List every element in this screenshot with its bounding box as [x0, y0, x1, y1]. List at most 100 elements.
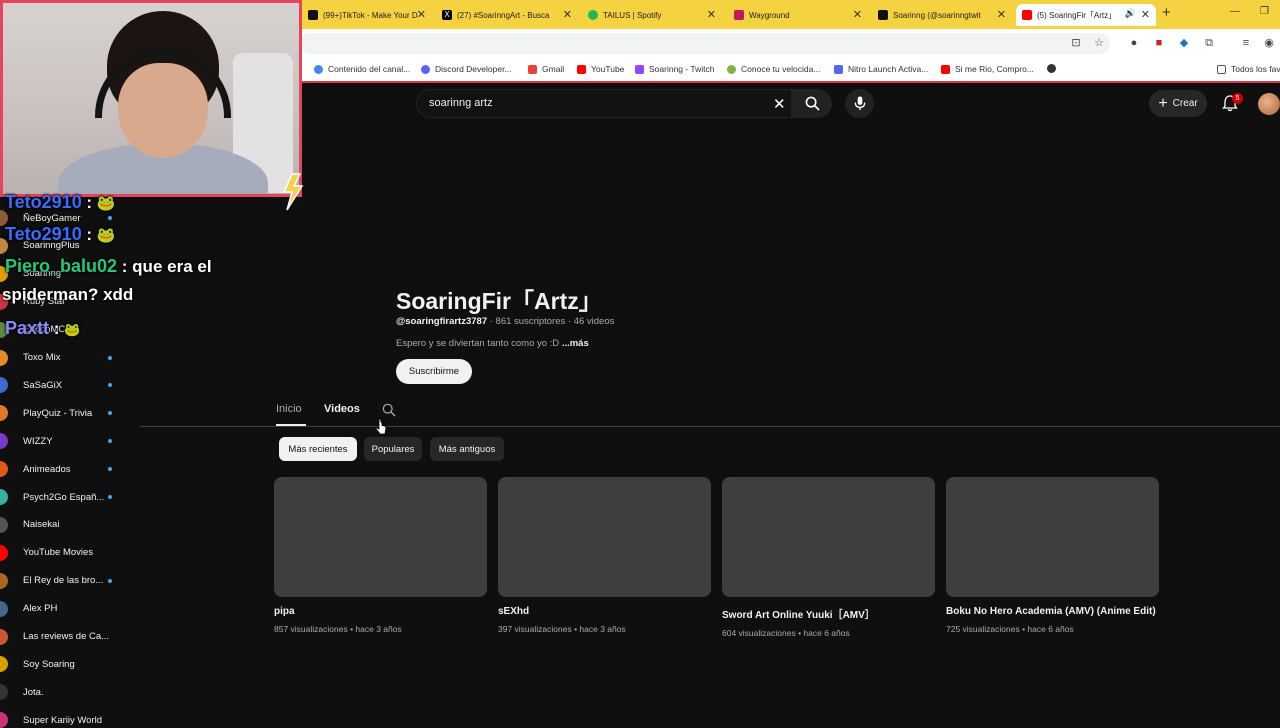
omnibox[interactable] [300, 33, 1110, 54]
search-button[interactable] [792, 89, 832, 118]
browser-tab-title: Wayground [749, 10, 790, 20]
bookmark-item[interactable]: Contenido del canal... [314, 64, 410, 74]
install-app-icon[interactable]: ⊡ [1070, 37, 1082, 49]
new-content-dot [108, 578, 112, 583]
wayground-favicon-icon [734, 10, 744, 20]
create-button[interactable]: + Crear [1149, 90, 1207, 117]
browser-tab-title: Soarinng (@soarinngtwit [893, 10, 981, 20]
close-tab-icon[interactable]: ✕ [417, 8, 426, 21]
sidebar-subscription-item[interactable]: Las reviews de Ca... [0, 628, 109, 645]
all-bookmarks-folder[interactable]: Todos los fav [1217, 64, 1280, 74]
chip-oldest[interactable]: Más antiguos [430, 437, 504, 461]
video-title[interactable]: Sword Art Online Yuuki［AMV］ [722, 606, 936, 621]
tab-videos[interactable]: Videos [324, 403, 360, 415]
sidebar-subscription-item[interactable]: Toxo Mix [0, 349, 112, 366]
bookmark-item[interactable]: Discord Developer... [421, 64, 512, 74]
sidebar-subscription-item[interactable]: El Rey de las bro... [0, 572, 112, 589]
video-title[interactable]: Boku No Hero Academia (AMV) (Anime Edit) [946, 606, 1160, 617]
bookmark-item[interactable]: Si me Rio, Compro... [941, 64, 1034, 74]
channel-avatar [0, 377, 8, 394]
close-tab-icon[interactable]: ✕ [1141, 8, 1150, 21]
subscription-name: Naisekai [23, 519, 60, 531]
sidebar-subscription-item[interactable]: YouTube Movies [0, 544, 93, 561]
channel-search-icon[interactable] [382, 403, 396, 417]
video-card[interactable]: Boku No Hero Academia (AMV) (Anime Edit)… [946, 477, 1160, 634]
tab-search-icon[interactable]: ≡ [1240, 37, 1252, 49]
restore-icon[interactable]: ❐ [1260, 6, 1269, 17]
subscription-name: Alex PH [23, 603, 58, 615]
chip-popular[interactable]: Populares [364, 437, 422, 461]
channel-description[interactable]: Espero y se diviertan tanto como yo :D .… [396, 338, 589, 349]
extension-icon[interactable]: ● [1128, 37, 1140, 49]
more-link[interactable]: ...más [562, 338, 589, 349]
youtube-favicon-icon [1022, 10, 1032, 20]
extension-icon[interactable]: ■ [1153, 37, 1165, 49]
clear-search-icon[interactable]: ✕ [773, 95, 786, 113]
subscribe-button[interactable]: Suscribirme [396, 359, 472, 384]
chat-message: Teto2910 : 🐸 [5, 224, 116, 245]
browser-tab[interactable]: Wayground ✕ [728, 4, 868, 26]
sidebar-subscription-item[interactable]: Naisekai [0, 516, 60, 533]
video-thumbnail[interactable] [946, 477, 1159, 597]
channel-avatar [0, 572, 8, 589]
browser-tab[interactable]: (99+)TikTok - Make Your D ✕ [302, 4, 432, 26]
tab-home[interactable]: Inicio [276, 403, 302, 415]
sidebar-subscription-item[interactable]: PlayQuiz - Trivia [0, 405, 112, 422]
minimize-icon[interactable]: — [1230, 6, 1240, 17]
profile-icon[interactable]: ◉ [1263, 37, 1275, 49]
extensions-puzzle-icon[interactable]: ⧉ [1203, 37, 1215, 49]
extension-icon[interactable]: ◆ [1178, 37, 1190, 49]
search-input[interactable]: soarinng artz [429, 97, 493, 109]
video-thumbnail[interactable] [498, 477, 711, 597]
close-tab-icon[interactable]: ✕ [997, 8, 1006, 21]
channel-avatar [0, 516, 8, 533]
sidebar-subscription-item[interactable]: SaSaGiX [0, 377, 112, 394]
browser-tab[interactable]: TAILUS | Spotify ✕ [582, 4, 722, 26]
voice-search-button[interactable] [845, 89, 874, 118]
channel-avatar [0, 405, 8, 422]
video-card[interactable]: pipa 857 visualizaciones • hace 3 años [274, 477, 488, 634]
sidebar-subscription-item[interactable]: Jota. [0, 684, 44, 701]
close-tab-icon[interactable]: ✕ [853, 8, 862, 21]
new-tab-button[interactable]: + [1162, 4, 1171, 21]
bookmark-item[interactable]: Conoce tu velocida... [727, 64, 820, 74]
search-box[interactable]: soarinng artz ✕ [416, 89, 792, 118]
bookmark-item[interactable] [1047, 64, 1061, 73]
sidebar-subscription-item[interactable]: Psych2Go Españ... [0, 489, 112, 505]
channel-tabs: Inicio Videos [140, 400, 1280, 427]
google-icon [314, 64, 323, 74]
sidebar-subscription-item[interactable]: Super Kariiy World [0, 712, 102, 728]
bookmark-item[interactable]: Soarinng - Twitch [635, 64, 715, 74]
bookmark-label: Nitro Launch Activa... [848, 64, 929, 74]
chat-message-continuation: spiderman? xdd [2, 285, 133, 305]
bookmark-item[interactable]: Nitro Launch Activa... [834, 64, 928, 74]
account-avatar[interactable] [1258, 93, 1280, 115]
video-title[interactable]: sEXhd [498, 606, 712, 617]
video-title[interactable]: pipa [274, 606, 488, 617]
notification-count-badge: 5 [1232, 93, 1243, 104]
video-meta: 604 visualizaciones • hace 6 años [722, 628, 850, 638]
sidebar-subscription-item[interactable]: WIZZY [0, 433, 112, 450]
speaker-icon[interactable]: 🔊 [1125, 8, 1136, 19]
sidebar-subscription-item[interactable]: Animeados [0, 461, 112, 478]
emote-icon: 🐸 [96, 195, 116, 212]
browser-tab-active[interactable]: (5) SoaringFir「Artz」 🔊 ✕ [1016, 4, 1156, 26]
close-tab-icon[interactable]: ✕ [563, 8, 572, 21]
bookmark-star-icon[interactable]: ☆ [1093, 37, 1105, 49]
browser-tab[interactable]: X (27) #SoarinngArt - Busca ✕ [436, 4, 578, 26]
emote-icon: 🐸 [64, 322, 81, 337]
twitch-icon [635, 64, 644, 74]
sidebar-subscription-item[interactable]: Alex PH [0, 600, 58, 617]
close-tab-icon[interactable]: ✕ [707, 8, 716, 21]
browser-tab[interactable]: Soarinng (@soarinngtwit ✕ [872, 4, 1012, 26]
bookmark-item[interactable]: Gmail [528, 64, 564, 74]
video-card[interactable]: Sword Art Online Yuuki［AMV］ 604 visualiz… [722, 477, 936, 638]
bookmark-item[interactable]: YouTube [577, 64, 624, 74]
sidebar-subscription-item[interactable]: Soy Soaring [0, 656, 75, 673]
video-thumbnail[interactable] [722, 477, 935, 597]
chip-most-recent[interactable]: Más recientes [279, 437, 357, 461]
video-card[interactable]: sEXhd 397 visualizaciones • hace 3 años [498, 477, 712, 634]
channel-avatar [0, 349, 8, 366]
video-thumbnail[interactable] [274, 477, 487, 597]
new-content-dot [108, 216, 112, 220]
